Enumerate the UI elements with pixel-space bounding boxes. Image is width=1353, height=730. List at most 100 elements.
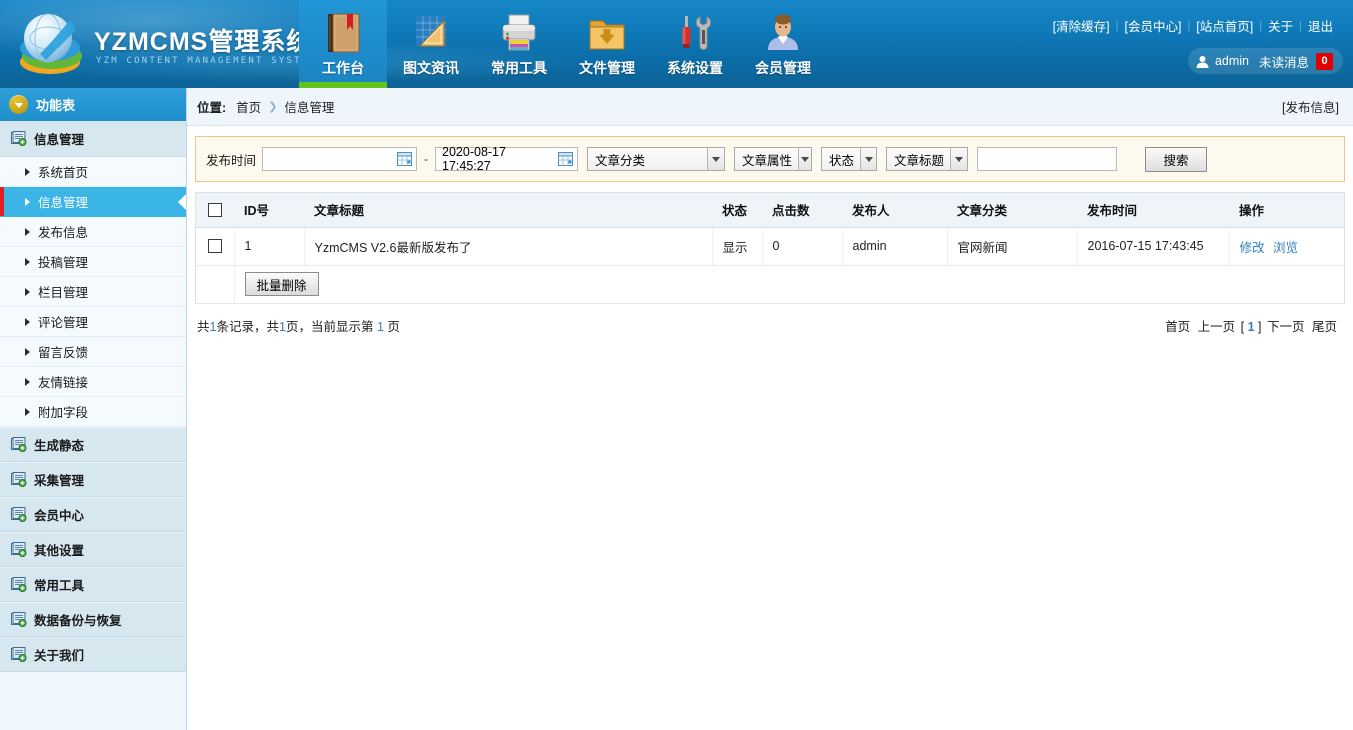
chevron-down-icon [950, 148, 967, 170]
th-status: 状态 [712, 193, 762, 227]
sidebar-group-about-us[interactable]: 关于我们 [0, 637, 186, 672]
sidebar-group-common-tools[interactable]: 常用工具 [0, 567, 186, 602]
date-range-dash: - [424, 152, 428, 166]
sidebar-item-submission-management[interactable]: 投稿管理 [0, 247, 186, 277]
caret-right-icon [25, 198, 30, 206]
sidebar-item-label: 留言反馈 [38, 342, 88, 361]
document-add-icon [11, 131, 27, 146]
sidebar-item-label: 附加字段 [38, 402, 88, 421]
sidebar-item-system-home[interactable]: 系统首页 [0, 157, 186, 187]
th-author: 发布人 [842, 193, 947, 227]
table-footer-row: 批量删除 [196, 265, 1344, 303]
calendar-icon[interactable] [558, 152, 573, 166]
topnav-item-settings[interactable]: 系统设置 [651, 0, 739, 88]
sidebar-group-label: 常用工具 [34, 575, 84, 594]
caret-right-icon [25, 228, 30, 236]
top-nav: 工作台 图文资讯 [299, 0, 827, 88]
publish-info-link[interactable]: [发布信息] [1282, 97, 1339, 116]
select-status[interactable]: 状态 [821, 147, 877, 171]
sidebar-item-label: 友情链接 [38, 372, 88, 391]
batch-delete-button[interactable]: 批量删除 [245, 272, 319, 296]
link-site-home[interactable]: [站点首页] [1190, 16, 1259, 35]
row-checkbox[interactable] [208, 239, 222, 253]
unread-badge[interactable]: 0 [1316, 53, 1333, 70]
sidebar-group-member-center[interactable]: 会员中心 [0, 497, 186, 532]
current-page: 1 [377, 320, 384, 334]
topnav-item-files[interactable]: 文件管理 [563, 0, 651, 88]
sidebar-group-collection-management[interactable]: 采集管理 [0, 462, 186, 497]
topnav-item-workbench[interactable]: 工作台 [299, 0, 387, 88]
sidebar-header[interactable]: 功能表 [0, 88, 186, 121]
search-filter-bar: 发布时间 - 2020-08-17 17:45:27 [195, 136, 1345, 182]
summary-prefix: 共 [197, 320, 210, 334]
document-add-icon [11, 647, 27, 662]
pagination: 共1条记录，共1页，当前显示第 1 页 首页 上一页 [ 1 ] 下一页 尾页 [197, 316, 1339, 335]
topnav-item-members[interactable]: 会员管理 [739, 0, 827, 88]
breadcrumb-current[interactable]: 信息管理 [284, 97, 334, 116]
select-search-field[interactable]: 文章标题 [886, 147, 968, 171]
sidebar-group-other-settings[interactable]: 其他设置 [0, 532, 186, 567]
top-links: [清除缓存] | [会员中心] | [站点首页] | 关于 | 退出 [1047, 16, 1339, 35]
th-category: 文章分类 [947, 193, 1077, 227]
th-select-all[interactable] [196, 193, 234, 227]
caret-right-icon [25, 348, 30, 356]
ruler-triangle-icon [411, 11, 451, 55]
sidebar-group-label: 采集管理 [34, 470, 84, 489]
screwdriver-wrench-icon [674, 11, 716, 55]
td-publish-time: 2016-07-15 17:43:45 [1077, 227, 1229, 265]
link-clear-cache[interactable]: [清除缓存] [1047, 16, 1116, 35]
username: admin [1215, 54, 1249, 68]
topnav-label: 会员管理 [755, 58, 811, 78]
th-hits: 点击数 [762, 193, 842, 227]
link-logout[interactable]: 退出 [1302, 16, 1339, 35]
link-about[interactable]: 关于 [1262, 16, 1299, 35]
link-member-center[interactable]: [会员中心] [1118, 16, 1187, 35]
topnav-item-tools[interactable]: 常用工具 [475, 0, 563, 88]
unread-label: 未读消息 [1259, 52, 1309, 71]
keyword-input[interactable] [977, 147, 1117, 171]
user-pill[interactable]: admin 未读消息 0 [1188, 48, 1343, 74]
select-all-checkbox[interactable] [208, 203, 222, 217]
book-icon [323, 11, 363, 55]
search-button[interactable]: 搜索 [1145, 147, 1207, 172]
edit-link[interactable]: 修改 [1240, 241, 1265, 255]
calendar-icon[interactable] [397, 152, 412, 166]
select-article-category[interactable]: 文章分类 [587, 147, 725, 171]
date-from-input[interactable] [262, 147, 417, 171]
sidebar-item-message-feedback[interactable]: 留言反馈 [0, 337, 186, 367]
page-first[interactable]: 首页 [1165, 320, 1190, 334]
folder-download-icon [586, 11, 628, 55]
select-value: 文章属性 [742, 150, 792, 169]
brand-logo[interactable]: YZMCMS管理系统 YZM CONTENT MANAGEMENT SYSTEM… [8, 4, 298, 84]
td-category: 官网新闻 [947, 227, 1077, 265]
select-value: 文章标题 [894, 150, 944, 169]
sidebar-group-info-management[interactable]: 信息管理 [0, 121, 186, 157]
breadcrumb-home[interactable]: 首页 [236, 97, 261, 116]
sidebar-item-friendly-links[interactable]: 友情链接 [0, 367, 186, 397]
pagination-controls: 首页 上一页 [ 1 ] 下一页 尾页 [1163, 316, 1339, 335]
sidebar-title: 功能表 [36, 95, 75, 114]
caret-right-icon [25, 168, 30, 176]
date-to-input[interactable]: 2020-08-17 17:45:27 [435, 147, 578, 171]
view-link[interactable]: 浏览 [1273, 241, 1298, 255]
page-current: 1 [1248, 320, 1255, 334]
sidebar-group-label: 会员中心 [34, 505, 84, 524]
sidebar-item-extra-fields[interactable]: 附加字段 [0, 397, 186, 427]
sidebar-group-static-generation[interactable]: 生成静态 [0, 427, 186, 462]
sidebar-group-label: 数据备份与恢复 [34, 610, 122, 629]
topnav-item-articles[interactable]: 图文资讯 [387, 0, 475, 88]
page-next[interactable]: 下一页 [1267, 320, 1305, 334]
sidebar-item-column-management[interactable]: 栏目管理 [0, 277, 186, 307]
page-prev[interactable]: 上一页 [1198, 320, 1236, 334]
sidebar-item-label: 信息管理 [38, 192, 88, 211]
sidebar-item-label: 栏目管理 [38, 282, 88, 301]
sidebar-group-backup-restore[interactable]: 数据备份与恢复 [0, 602, 186, 637]
sidebar-item-comment-management[interactable]: 评论管理 [0, 307, 186, 337]
date-to-value: 2020-08-17 17:45:27 [442, 145, 551, 173]
sidebar-item-info-management[interactable]: 信息管理 [0, 187, 186, 217]
select-article-attribute[interactable]: 文章属性 [734, 147, 812, 171]
sidebar-item-label: 发布信息 [38, 222, 88, 241]
td-select[interactable] [196, 227, 234, 265]
page-last[interactable]: 尾页 [1312, 320, 1337, 334]
sidebar-item-publish-info[interactable]: 发布信息 [0, 217, 186, 247]
